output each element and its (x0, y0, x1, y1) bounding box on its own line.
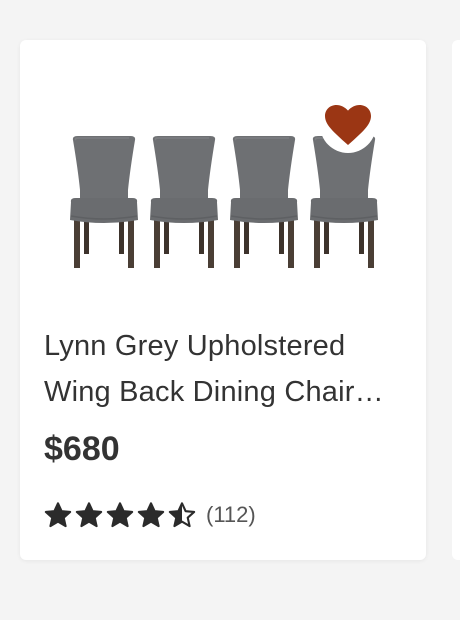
product-price: $680 (44, 430, 120, 468)
product-rating[interactable]: (112) (44, 498, 256, 532)
product-image-chairs (69, 135, 379, 269)
heart-icon (325, 105, 371, 145)
product-card[interactable]: Lynn Grey Upholstered Wing Back Dining C… (20, 40, 426, 560)
star-full-icon (75, 501, 103, 529)
star-full-icon (137, 501, 165, 529)
chair-4 (309, 135, 379, 269)
star-full-icon (106, 501, 134, 529)
chair-1 (69, 135, 139, 269)
star-full-icon (44, 501, 72, 529)
product-title[interactable]: Lynn Grey Upholstered Wing Back Dining C… (44, 323, 414, 415)
next-product-card-peek[interactable] (452, 40, 460, 560)
chair-3 (229, 135, 299, 269)
star-half-icon (168, 501, 196, 529)
rating-stars (44, 501, 196, 529)
chair-2 (149, 135, 219, 269)
review-count: (112) (206, 502, 256, 527)
favorite-button[interactable] (320, 97, 376, 153)
product-image[interactable] (20, 40, 426, 310)
